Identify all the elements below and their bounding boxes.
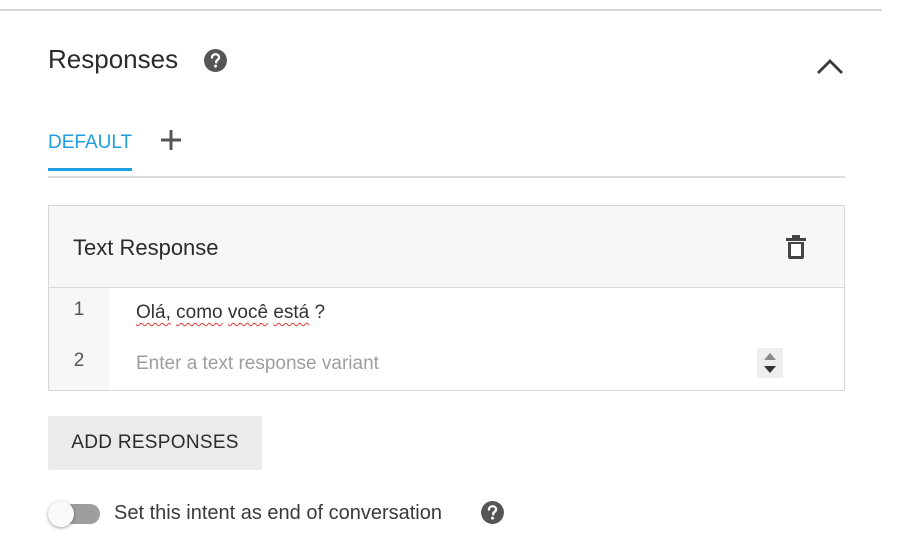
response-tabs: DEFAULT — [48, 124, 845, 178]
chevron-up-icon[interactable] — [815, 56, 845, 81]
card-header: Text Response — [49, 206, 844, 288]
text-word: Olá, — [136, 302, 171, 323]
section-title: Responses — [48, 44, 179, 74]
response-rows: 1 Olá, como você está ? 2 Enter a text r… — [49, 288, 844, 390]
row-number: 1 — [73, 299, 85, 320]
text-word: está — [273, 302, 310, 323]
card-title: Text Response — [73, 235, 219, 260]
text-word: como — [176, 302, 223, 323]
response-text-1[interactable]: Olá, como você está ? — [136, 302, 325, 324]
text-tail: ? — [309, 302, 326, 323]
trash-icon[interactable] — [784, 234, 808, 265]
response-input-2[interactable]: Enter a text response variant — [136, 353, 379, 375]
end-conversation-toggle[interactable] — [48, 501, 102, 527]
spinner-arrows-icon[interactable] — [757, 348, 783, 378]
top-divider — [0, 9, 882, 11]
text-word: você — [227, 302, 269, 323]
help-icon[interactable] — [203, 48, 228, 78]
help-icon[interactable] — [480, 500, 505, 530]
tab-default[interactable]: DEFAULT — [48, 132, 133, 171]
text-response-card: Text Response 1 Olá, como você está ? 2 … — [48, 205, 845, 391]
toggle-knob — [48, 501, 74, 527]
add-tab-plus-icon[interactable] — [160, 129, 182, 156]
add-responses-button[interactable]: ADD RESPONSES — [48, 416, 262, 470]
row-number: 2 — [73, 350, 85, 371]
end-conversation-label: Set this intent as end of conversation — [114, 502, 442, 524]
